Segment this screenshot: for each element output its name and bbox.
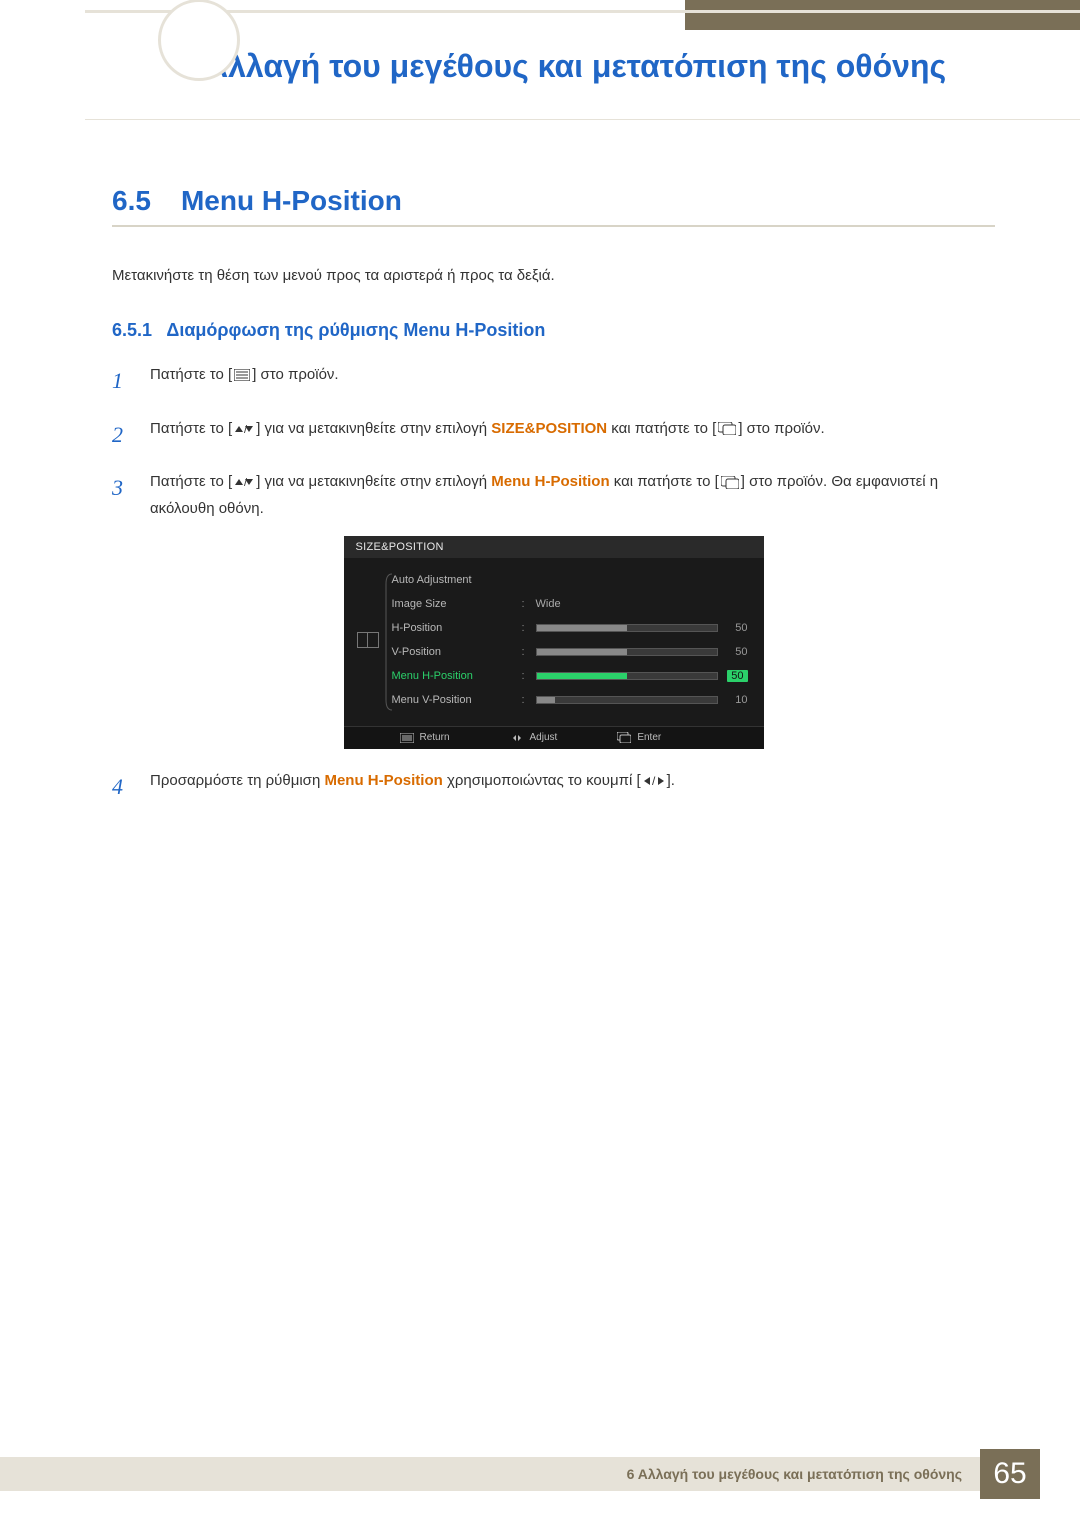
step-text: Πατήστε το [] στο προϊόν. (150, 361, 339, 401)
osd-row: H-Position:50 (392, 616, 748, 640)
chapter-title: Αλλαγή του μεγέθους και μετατόπιση της ο… (205, 46, 946, 86)
osd-row-label: Auto Adjustment (392, 574, 522, 586)
slider-bar (536, 624, 718, 632)
highlight-text: Menu H-Position (491, 473, 609, 490)
osd-row: Auto Adjustment (392, 568, 748, 592)
chapter-header: Αλλαγή του μεγέθους και μετατόπιση της ο… (85, 10, 1080, 120)
step-number: 3 (112, 468, 132, 522)
section-heading: 6.5 Menu H-Position (112, 185, 995, 227)
osd-row-value: 10 (718, 694, 748, 706)
menu-icon (234, 369, 250, 381)
enter-icon (718, 422, 736, 435)
enter-small-icon (617, 732, 631, 743)
osd-footer: Return Adjust Enter (344, 726, 764, 749)
osd-row-label: Menu V-Position (392, 694, 522, 706)
osd-title: SIZE&POSITION (344, 536, 764, 558)
step-1: 1 Πατήστε το [] στο προϊόν. (112, 361, 995, 401)
page-footer: 6 Αλλαγή του μεγέθους και μετατόπιση της… (0, 1449, 1040, 1499)
page-content: 6.5 Menu H-Position Μετακινήστε τη θέση … (112, 185, 995, 821)
slider-bar (536, 696, 718, 704)
step-number: 1 (112, 361, 132, 401)
size-position-icon (357, 632, 379, 648)
osd-adjust: Adjust (510, 732, 558, 743)
subsection-heading: 6.5.1 Διαμόρφωση της ρύθμισης Menu H-Pos… (112, 320, 995, 341)
step-text: Πατήστε το [/] για να μετακινηθείτε στην… (150, 468, 995, 522)
step-number: 2 (112, 415, 132, 455)
step-number: 4 (112, 767, 132, 807)
osd-return: Return (400, 732, 450, 743)
subsection-number: 6.5.1 (112, 320, 152, 340)
leftright-icon: / (643, 775, 665, 787)
section-title: Menu H-Position (181, 185, 402, 217)
enter-icon (721, 476, 739, 489)
osd-rows: Auto AdjustmentImage Size:WideH-Position… (392, 568, 748, 712)
bracket-icon (384, 572, 394, 712)
step-2: 2 Πατήστε το [/] για να μετακινηθείτε στ… (112, 415, 995, 455)
footer-chapter-label: 6 Αλλαγή του μεγέθους και μετατόπιση της… (0, 1457, 980, 1491)
adjust-arrows-icon (510, 733, 524, 743)
osd-row: V-Position:50 (392, 640, 748, 664)
osd-row-label: Image Size (392, 598, 522, 610)
section-intro: Μετακινήστε τη θέση των μενού προς τα αρ… (112, 267, 995, 284)
osd-row: Menu V-Position:10 (392, 688, 748, 712)
osd-category-icon (354, 568, 382, 712)
osd-row-label: V-Position (392, 646, 522, 658)
osd-row: Image Size:Wide (392, 592, 748, 616)
step-text: Πατήστε το [/] για να μετακινηθείτε στην… (150, 415, 825, 455)
slider-bar (536, 648, 718, 656)
osd-row-value: 50 (718, 622, 748, 634)
updown-icon: / (234, 476, 254, 488)
osd-row-label: H-Position (392, 622, 522, 634)
step-text: Προσαρμόστε τη ρύθμιση Menu H-Position χ… (150, 767, 675, 807)
updown-icon: / (234, 423, 254, 435)
osd-screenshot: SIZE&POSITION Auto Adjustment Image Size:… (344, 536, 764, 749)
subsection-title: Διαμόρφωση της ρύθμισης Menu H-Position (166, 320, 545, 340)
highlight-text: SIZE&POSITION (491, 420, 607, 437)
osd-row: Menu H-Position:50 (392, 664, 748, 688)
steps-list: 1 Πατήστε το [] στο προϊόν. 2 Πατήστε το… (112, 361, 995, 807)
slider-bar (536, 672, 718, 680)
menu-small-icon (400, 733, 414, 743)
osd-row-value: 50 (718, 646, 748, 658)
chapter-badge-circle (158, 0, 240, 81)
highlight-text: Menu H-Position (324, 772, 442, 789)
page-number: 65 (980, 1449, 1040, 1499)
step-4: 4 Προσαρμόστε τη ρύθμιση Menu H-Position… (112, 767, 995, 807)
osd-row-value: 50 (718, 670, 748, 682)
step-3: 3 Πατήστε το [/] για να μετακινηθείτε στ… (112, 468, 995, 522)
osd-row-label: Menu H-Position (392, 670, 522, 682)
osd-enter: Enter (617, 732, 661, 743)
svg-text:/: / (652, 775, 656, 787)
section-number: 6.5 (112, 185, 151, 217)
